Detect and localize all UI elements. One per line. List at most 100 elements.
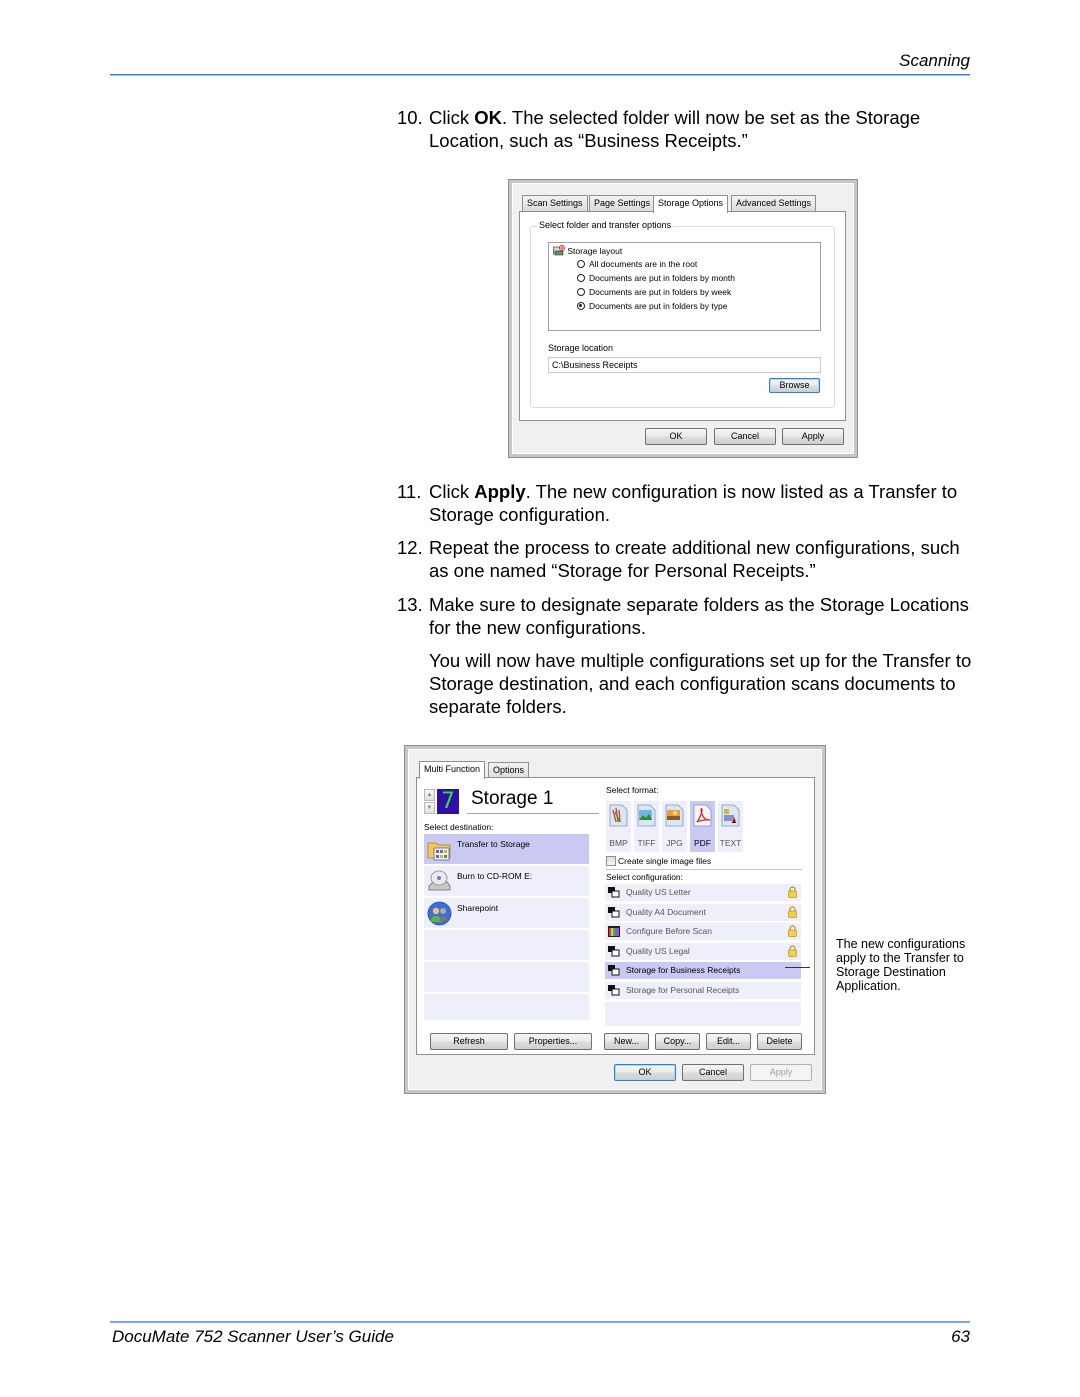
destination-empty-slot: [424, 930, 589, 960]
folder-options-group: Select folder and transfer options Stora…: [530, 220, 835, 408]
config-quality-us-letter[interactable]: Quality US Letter: [605, 884, 801, 901]
scanner-config-icon: [608, 887, 620, 898]
edit-button[interactable]: Edit...: [706, 1033, 751, 1050]
storage-location-input[interactable]: C:\Business Receipts: [548, 357, 821, 373]
destination-empty-slot: [424, 962, 589, 992]
multi-function-dialog: Multi Function Options ▲ ▼ 7 Storage 1 S…: [404, 745, 826, 1094]
counter-up-button[interactable]: ▲: [424, 789, 435, 801]
callout-leader-line: [785, 967, 810, 968]
config-quality-us-legal[interactable]: Quality US Legal: [605, 943, 801, 960]
pdf-file-icon: [693, 804, 712, 827]
copy-button[interactable]: Copy...: [655, 1033, 700, 1050]
step-text-post: . The selected folder will now be set as…: [429, 107, 921, 151]
cancel-button[interactable]: Cancel: [682, 1064, 744, 1081]
radio-button[interactable]: [577, 274, 585, 282]
destination-label: Sharepoint: [457, 903, 499, 913]
destination-transfer-to-storage[interactable]: Transfer to Storage: [424, 834, 589, 864]
config-label: Quality US Letter: [626, 887, 691, 897]
select-format-label: Select format:: [606, 785, 659, 795]
storage-layout-icon: [553, 245, 565, 256]
config-label: Quality US Legal: [626, 946, 690, 956]
step-text: Make sure to designate separate folders …: [429, 594, 969, 638]
refresh-button[interactable]: Refresh: [430, 1033, 508, 1050]
step-number: 13.: [397, 594, 423, 615]
step-text-pre: Click: [429, 481, 475, 502]
step-number: 10.: [397, 107, 423, 128]
config-configure-before-scan[interactable]: Configure Before Scan: [605, 923, 801, 940]
apply-button[interactable]: Apply: [782, 428, 844, 445]
cd-drive-icon: [428, 870, 451, 891]
step-text: Click Apply. The new configuration is no…: [429, 480, 977, 526]
config-label: Configure Before Scan: [626, 926, 712, 936]
config-quality-a4-document[interactable]: Quality A4 Document: [605, 904, 801, 921]
config-label: Quality A4 Document: [626, 907, 706, 917]
format-bmp[interactable]: BMP: [606, 801, 631, 852]
apply-button[interactable]: Apply: [750, 1064, 812, 1081]
lock-icon: [788, 886, 797, 898]
single-image-label: Create single image files: [618, 856, 712, 866]
lock-icon: [788, 945, 797, 957]
tab-advanced-settings[interactable]: Advanced Settings: [731, 195, 817, 211]
layout-option-month[interactable]: Documents are put in folders by month: [577, 272, 735, 284]
ok-button[interactable]: OK: [645, 428, 707, 445]
step-number: 12.: [397, 537, 423, 558]
lock-icon: [788, 906, 797, 918]
format-pdf[interactable]: PDF: [690, 801, 715, 852]
lock-icon: [788, 925, 797, 937]
select-destination-label: Select destination:: [424, 822, 494, 832]
format-tiff[interactable]: TIFF: [634, 801, 659, 852]
browse-button[interactable]: Browse: [769, 378, 820, 393]
storage-layout-box: Storage layout All documents are in the …: [548, 242, 821, 331]
radio-button[interactable]: [577, 260, 585, 268]
tab-multi-function[interactable]: Multi Function: [419, 761, 486, 779]
config-storage-business-receipts[interactable]: Storage for Business Receipts: [605, 962, 801, 979]
step-text: Repeat the process to create additional …: [429, 537, 960, 581]
footer-rule: [110, 1321, 970, 1323]
format-label: BMP: [609, 838, 628, 848]
tab-storage-options[interactable]: Storage Options: [653, 195, 729, 213]
configuration-title: Storage 1: [467, 787, 599, 814]
destination-label: Transfer to Storage: [457, 839, 530, 849]
step-text: Click OK. The selected folder will now b…: [429, 106, 977, 152]
tab-options[interactable]: Options: [488, 762, 530, 778]
single-image-option[interactable]: Create single image files: [606, 856, 711, 866]
callout-text: The new configurations apply to the Tran…: [836, 937, 966, 993]
radio-button-checked[interactable]: [577, 302, 585, 310]
scanner-config-icon: [608, 907, 620, 918]
storage-layout-heading: Storage layout: [553, 245, 622, 256]
delete-button[interactable]: Delete: [757, 1033, 802, 1050]
destination-burn-to-cd[interactable]: Burn to CD-ROM E:: [424, 866, 589, 896]
radio-button[interactable]: [577, 288, 585, 296]
folder-options-group-label: Select folder and transfer options: [537, 220, 674, 230]
scanner-config-icon: [608, 985, 620, 996]
destination-empty-slot: [424, 994, 589, 1020]
tab-scan-settings[interactable]: Scan Settings: [522, 195, 588, 211]
layout-option-root[interactable]: All documents are in the root: [577, 258, 697, 270]
config-empty-slot: [605, 1002, 801, 1026]
format-label: TEXT: [719, 838, 742, 848]
properties-button[interactable]: Properties...: [514, 1033, 592, 1050]
format-jpg[interactable]: JPG: [662, 801, 687, 852]
select-configuration-label: Select configuration:: [606, 872, 684, 882]
tab-page-settings[interactable]: Page Settings: [589, 195, 656, 211]
step-11: 11. Click Apply. The new configuration i…: [397, 480, 977, 526]
cancel-button[interactable]: Cancel: [714, 428, 776, 445]
destination-sharepoint[interactable]: Sharepoint: [424, 898, 589, 928]
layout-option-type[interactable]: Documents are put in folders by type: [577, 300, 727, 312]
destination-label: Burn to CD-ROM E:: [457, 871, 533, 881]
format-label: TIFF: [637, 838, 656, 848]
new-button[interactable]: New...: [604, 1033, 649, 1050]
storage-location-label: Storage location: [548, 343, 614, 353]
ok-button[interactable]: OK: [614, 1064, 676, 1081]
step-text-bold: OK: [474, 107, 502, 128]
radio-label: Documents are put in folders by type: [589, 301, 728, 311]
config-storage-personal-receipts[interactable]: Storage for Personal Receipts: [605, 982, 801, 999]
format-text[interactable]: TEXT: [718, 801, 743, 852]
layout-option-week[interactable]: Documents are put in folders by week: [577, 286, 731, 298]
step-number: 11.: [397, 481, 422, 502]
single-image-checkbox[interactable]: [606, 856, 616, 866]
folder-grid-icon: [427, 842, 451, 861]
counter-down-button[interactable]: ▼: [424, 802, 435, 814]
users-icon: [427, 901, 452, 926]
radio-label: All documents are in the root: [589, 259, 698, 269]
